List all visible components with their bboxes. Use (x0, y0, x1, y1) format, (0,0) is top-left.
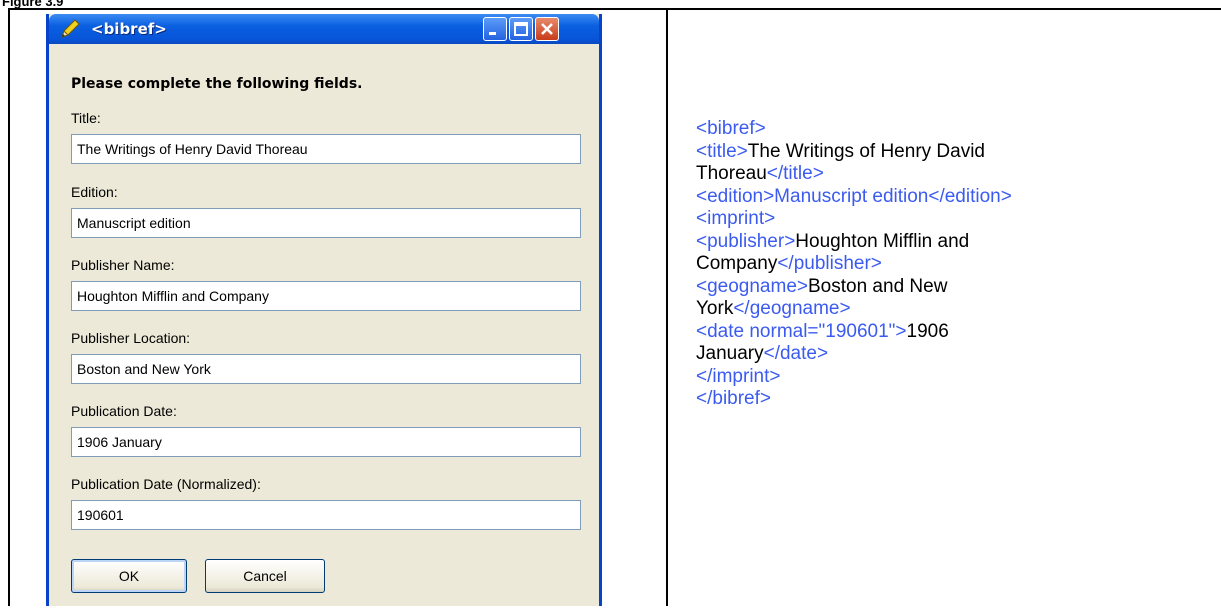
xml-text: Thoreau (696, 163, 767, 184)
xml-tag: <geogname> (696, 275, 808, 297)
xml-tag: <date normal="190601"> (696, 320, 907, 342)
cancel-button[interactable]: Cancel (205, 559, 325, 593)
publisher-location-label: Publisher Location: (71, 330, 191, 346)
xml-line: Company</publisher> (696, 253, 1166, 276)
xml-tag: <publisher> (696, 230, 796, 252)
publisher-name-label: Publisher Name: (71, 257, 175, 273)
dialog-titlebar[interactable]: <bibref> (49, 14, 599, 44)
frame-left-border (8, 8, 10, 606)
close-icon (541, 23, 553, 35)
xml-tag: </geogname> (733, 298, 851, 319)
publication-date-field[interactable] (71, 427, 581, 457)
minimize-button[interactable] (483, 17, 507, 41)
xml-text: Houghton Mifflin and (795, 230, 970, 252)
xml-tag: </imprint> (696, 365, 781, 387)
xml-output: <bibref> <title>The Writings of Henry Da… (696, 118, 1166, 411)
edition-label: Edition: (71, 184, 118, 200)
title-label: Title: (71, 110, 101, 126)
xml-text: January (696, 343, 764, 364)
xml-text: Boston and New (808, 275, 948, 297)
pencil-icon (61, 19, 80, 38)
xml-line: Thoreau</title> (696, 163, 1166, 186)
xml-line: <bibref> (696, 118, 1166, 141)
xml-text: The Writings of Henry David (747, 140, 985, 162)
xml-line: <imprint> (696, 208, 1166, 231)
xml-line: </imprint> (696, 366, 1166, 389)
xml-line: <date normal="190601">1906 (696, 321, 1166, 344)
title-field[interactable] (71, 134, 581, 164)
xml-tag: </publisher> (777, 253, 882, 274)
dialog-title: <bibref> (91, 20, 167, 38)
xml-text: Company (696, 253, 778, 274)
xml-tag: </bibref> (696, 388, 771, 409)
xml-tag: <imprint> (696, 208, 776, 229)
ok-button[interactable]: OK (71, 559, 187, 593)
frame-divider (666, 8, 668, 606)
xml-text: 1906 (906, 320, 949, 342)
instruction-text: Please complete the following fields. (71, 76, 363, 92)
xml-tag: </date> (763, 343, 829, 364)
bibref-dialog: <bibref> Please complete the following f… (46, 14, 602, 606)
publisher-location-field[interactable] (71, 354, 581, 384)
xml-tag: <title> (696, 140, 748, 162)
maximize-button[interactable] (509, 17, 533, 41)
xml-tag: <bibref> (696, 118, 766, 139)
publisher-name-field[interactable] (71, 281, 581, 311)
publication-date-label: Publication Date: (71, 403, 177, 419)
xml-line: </bibref> (696, 388, 1166, 411)
xml-line: <publisher>Houghton Mifflin and (696, 231, 1166, 254)
xml-tag: <edition>Manuscript edition</edition> (696, 185, 1012, 207)
xml-text: York (696, 298, 734, 319)
minimize-icon (489, 32, 496, 35)
xml-line: <title>The Writings of Henry David (696, 141, 1166, 164)
edition-field[interactable] (71, 208, 581, 238)
close-button[interactable] (535, 17, 559, 41)
xml-line: York</geogname> (696, 298, 1166, 321)
xml-line: <geogname>Boston and New (696, 276, 1166, 299)
xml-line: January</date> (696, 343, 1166, 366)
normalized-date-field[interactable] (71, 500, 581, 530)
xml-tag: </title> (766, 163, 824, 184)
normalized-date-label: Publication Date (Normalized): (71, 476, 261, 492)
maximize-icon (514, 22, 528, 36)
xml-line: <edition>Manuscript edition</edition> (696, 186, 1166, 209)
